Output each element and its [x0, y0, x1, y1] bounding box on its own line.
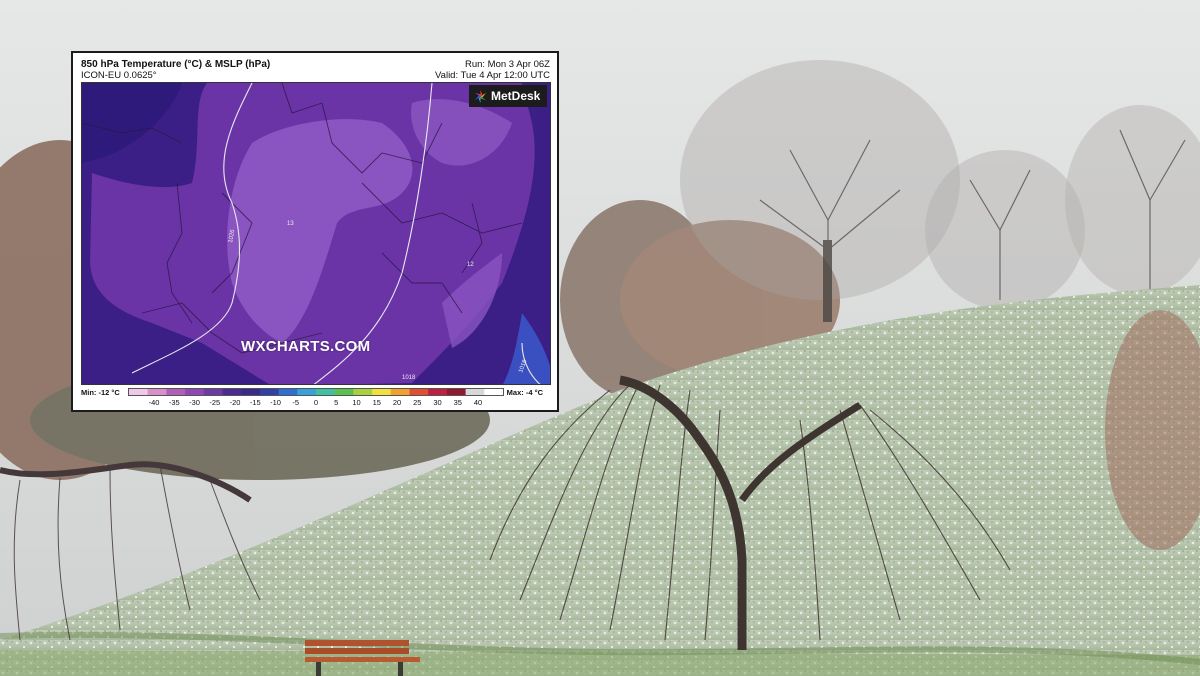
metdesk-star-icon	[474, 89, 487, 103]
legend-swatch	[484, 389, 503, 395]
legend-tick-label: 20	[392, 398, 402, 407]
legend-tick-label: -15	[249, 398, 261, 407]
legend-ticks: -40 -35 -30 -25 -20 -15 -10 -5 0 5 10 15 20 25 30 35 40	[128, 398, 504, 408]
map-run-time: Run: Mon 3 Apr 06Z	[464, 59, 550, 70]
legend-swatch	[129, 389, 149, 395]
isobar-label: 1018	[402, 375, 416, 381]
legend-tick-label: -20	[229, 398, 241, 407]
map-title: 850 hPa Temperature (°C) & MSLP (hPa)	[81, 59, 271, 70]
legend-swatch	[297, 389, 317, 395]
legend-swatch	[409, 389, 429, 395]
legend-swatch	[334, 389, 354, 395]
legend-tick-label: 25	[413, 398, 422, 407]
legend-swatch	[185, 389, 205, 395]
legend-swatch	[390, 389, 410, 395]
legend-tick-label: -25	[209, 398, 221, 407]
legend-swatch	[465, 389, 485, 395]
legend-max-label: Max: -4 °C	[506, 388, 543, 397]
legend-swatch	[353, 389, 373, 395]
legend-swatch	[316, 389, 336, 395]
legend-tick-label: -40	[148, 398, 160, 407]
legend-tick-label: -30	[189, 398, 200, 407]
legend-swatch	[241, 389, 261, 395]
legend-swatch	[222, 389, 242, 395]
legend-tick-label: 0	[313, 398, 319, 407]
metdesk-brand-text: MetDesk	[491, 89, 541, 103]
legend-swatch	[259, 389, 280, 395]
legend-tick-label: 30	[433, 398, 442, 407]
legend-tick-label: 10	[352, 398, 361, 407]
legend-color-bar	[128, 388, 504, 396]
wxcharts-watermark: WXCHARTS.COM	[241, 338, 371, 355]
map-valid-time: Valid: Tue 4 Apr 12:00 UTC	[435, 70, 550, 81]
map-model-label: ICON-EU 0.0625°	[81, 70, 157, 81]
legend-swatch	[147, 389, 167, 395]
weather-map-card: 850 hPa Temperature (°C) & MSLP (hPa) IC…	[71, 51, 559, 412]
legend-tick-label: 5	[334, 398, 339, 407]
legend-swatch	[372, 389, 392, 395]
isobar-label: 13	[287, 221, 294, 227]
legend-tick-label: -5	[292, 398, 300, 407]
temperature-legend: Min: -12 °C -40 -35 -30 -25 -20 -15 -10 -5 0 5 10 1…	[73, 385, 557, 412]
legend-tick-label: -35	[168, 398, 180, 407]
legend-tick-label: 35	[453, 398, 462, 407]
legend-swatch	[428, 389, 448, 395]
legend-swatch	[166, 389, 186, 395]
metdesk-logo: MetDesk	[469, 85, 547, 107]
legend-swatch	[278, 389, 298, 395]
legend-tick-label: 40	[473, 398, 483, 407]
isobar-label: 12	[467, 262, 474, 268]
legend-swatch	[446, 389, 467, 395]
legend-swatch	[203, 389, 223, 395]
legend-min-label: Min: -12 °C	[81, 388, 120, 397]
legend-tick-label: 15	[372, 398, 381, 407]
legend-tick-label: -10	[270, 398, 281, 407]
